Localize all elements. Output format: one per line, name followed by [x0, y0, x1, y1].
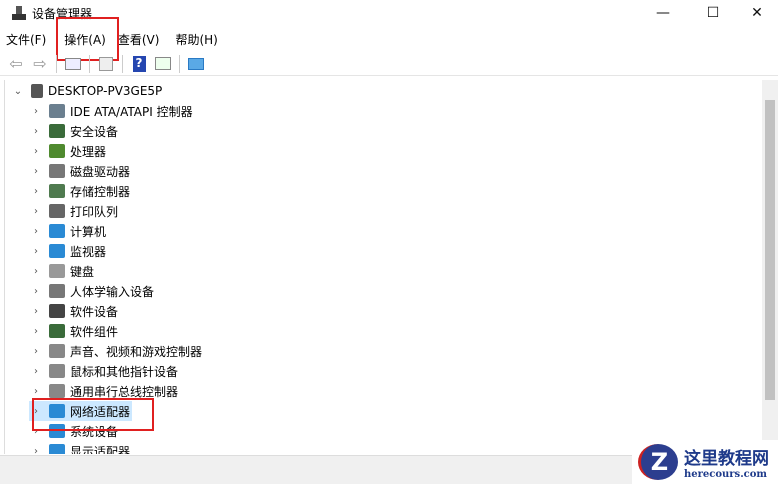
maximize-button[interactable]: ☐ — [690, 0, 736, 26]
tree-item[interactable]: › 计算机 — [29, 221, 108, 241]
device-category-icon — [49, 344, 65, 358]
tree-item[interactable]: › 显示适配器 — [29, 441, 132, 454]
tree-item-label: 打印队列 — [70, 204, 119, 219]
chevron-right-icon[interactable]: › — [29, 266, 43, 277]
chevron-right-icon[interactable]: › — [29, 346, 43, 357]
tree-item[interactable]: › 软件设备 — [29, 301, 120, 321]
back-icon[interactable]: ⇦ — [6, 54, 26, 73]
menu-view[interactable]: 查看(V) — [112, 31, 166, 48]
chevron-right-icon[interactable]: › — [29, 206, 43, 217]
properties-icon[interactable] — [96, 55, 116, 73]
device-category-icon — [49, 204, 65, 218]
tree-item[interactable]: › 人体学输入设备 — [29, 281, 156, 301]
action-pane-icon[interactable] — [153, 55, 173, 73]
device-category-icon — [49, 184, 65, 198]
device-category-icon — [49, 304, 65, 318]
device-category-icon — [49, 324, 65, 338]
tree-item[interactable]: › 监视器 — [29, 241, 108, 261]
tree-item-label: 安全设备 — [70, 124, 119, 139]
device-category-icon — [49, 444, 65, 454]
highlight-box-network — [32, 398, 154, 431]
menu-file[interactable]: 文件(F) — [0, 31, 52, 48]
tree-root[interactable]: ⌄ DESKTOP-PV3GE5P — [11, 81, 162, 101]
chevron-down-icon[interactable]: ⌄ — [11, 86, 25, 97]
device-category-icon — [49, 244, 65, 258]
minimize-button[interactable]: — — [640, 0, 686, 26]
chevron-right-icon[interactable]: › — [29, 226, 43, 237]
tree-item-label: 处理器 — [70, 144, 107, 159]
chevron-right-icon[interactable]: › — [29, 366, 43, 377]
tree-item[interactable]: › 声音、视频和游戏控制器 — [29, 341, 204, 361]
menu-help[interactable]: 帮助(H) — [169, 31, 223, 48]
tree-item-label: 磁盘驱动器 — [70, 164, 131, 179]
chevron-right-icon[interactable]: › — [29, 286, 43, 297]
device-category-icon — [49, 124, 65, 138]
watermark-logo: Z 这里教程网 herecours.com — [632, 440, 778, 484]
tree-item-label: IDE ATA/ATAPI 控制器 — [70, 104, 193, 119]
chevron-right-icon[interactable]: › — [29, 126, 43, 137]
device-category-icon — [49, 384, 65, 398]
tree-item-label: 鼠标和其他指针设备 — [70, 364, 179, 379]
device-manager-icon — [12, 6, 26, 20]
tree-item-label: 人体学输入设备 — [70, 284, 155, 299]
chevron-right-icon[interactable]: › — [29, 186, 43, 197]
chevron-right-icon[interactable]: › — [29, 146, 43, 157]
chevron-right-icon[interactable]: › — [29, 246, 43, 257]
chevron-right-icon[interactable]: › — [29, 106, 43, 117]
tree-item-label: 存储控制器 — [70, 184, 131, 199]
tree-item[interactable]: › IDE ATA/ATAPI 控制器 — [29, 101, 195, 121]
chevron-right-icon[interactable]: › — [29, 386, 43, 397]
tree-item-label: 键盘 — [70, 264, 95, 279]
device-category-icon — [49, 284, 65, 298]
vertical-scrollbar[interactable] — [762, 80, 778, 454]
tree-item[interactable]: › 打印队列 — [29, 201, 120, 221]
tree-item-label: 软件组件 — [70, 324, 119, 339]
device-category-icon — [49, 104, 65, 118]
chevron-right-icon[interactable]: › — [29, 446, 43, 455]
tree-item-label: 通用串行总线控制器 — [70, 384, 179, 399]
tree-item[interactable]: › 软件组件 — [29, 321, 120, 341]
logo-z-icon: Z — [638, 444, 678, 480]
tree-item[interactable]: › 处理器 — [29, 141, 108, 161]
tree-item[interactable]: › 键盘 — [29, 261, 96, 281]
help-icon[interactable]: ? — [129, 55, 149, 73]
tree-item[interactable]: › 磁盘驱动器 — [29, 161, 132, 181]
close-button[interactable]: ✕ — [734, 0, 778, 26]
forward-icon[interactable]: ⇨ — [30, 54, 50, 73]
watermark-name: 这里教程网 — [684, 449, 769, 469]
tree-item-label: 监视器 — [70, 244, 107, 259]
tree-item[interactable]: › 安全设备 — [29, 121, 120, 141]
chevron-right-icon[interactable]: › — [29, 166, 43, 177]
tree-item-label: 计算机 — [70, 224, 107, 239]
scrollbar-thumb[interactable] — [765, 100, 775, 400]
device-category-icon — [49, 164, 65, 178]
toolbar: ⇦ ⇨ ? — [0, 52, 778, 76]
tree-item[interactable]: › 鼠标和其他指针设备 — [29, 361, 180, 381]
tree-item-label: 声音、视频和游戏控制器 — [70, 344, 203, 359]
device-category-icon — [49, 264, 65, 278]
computer-icon — [31, 84, 43, 98]
chevron-right-icon[interactable]: › — [29, 306, 43, 317]
device-category-icon — [49, 224, 65, 238]
show-hide-tree-icon[interactable] — [63, 55, 83, 73]
watermark-url: herecours.com — [684, 469, 768, 480]
device-category-icon — [49, 144, 65, 158]
device-category-icon — [49, 364, 65, 378]
tree-item-label: 显示适配器 — [70, 444, 131, 455]
tree-item[interactable]: › 存储控制器 — [29, 181, 132, 201]
scan-hardware-icon[interactable] — [186, 55, 206, 73]
tree-item-label: 软件设备 — [70, 304, 119, 319]
root-label: DESKTOP-PV3GE5P — [48, 84, 163, 98]
chevron-right-icon[interactable]: › — [29, 326, 43, 337]
